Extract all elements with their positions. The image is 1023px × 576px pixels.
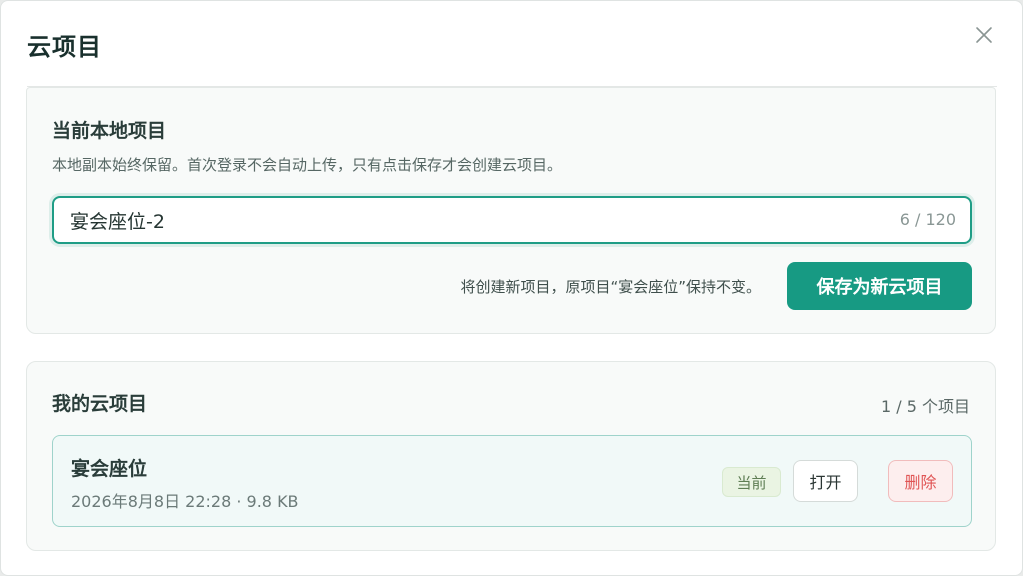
char-count: 6 / 120 — [899, 210, 956, 229]
dialog-title: 云项目 — [27, 33, 102, 61]
save-hint: 将创建新项目，原项目“宴会座位”保持不变。 — [460, 278, 761, 296]
current-badge: 当前 — [722, 467, 781, 497]
local-project-card: 当前本地项目 本地副本始终保留。首次登录不会自动上传，只有点击保存才会创建云项目… — [26, 87, 996, 334]
cloud-projects-dialog: 云项目 当前本地项目 本地副本始终保留。首次登录不会自动上传，只有点击保存才会创… — [0, 0, 1023, 576]
save-as-new-cloud-project-button[interactable]: 保存为新云项目 — [787, 262, 972, 310]
cloud-project-name: 宴会座位 — [71, 458, 148, 480]
project-count: 1 / 5 个项目 — [880, 397, 970, 416]
local-project-title: 当前本地项目 — [52, 120, 167, 142]
close-button[interactable] — [969, 20, 999, 50]
close-icon — [976, 27, 992, 43]
project-name-input[interactable] — [70, 207, 770, 233]
dialog-body[interactable]: 当前本地项目 本地副本始终保留。首次登录不会自动上传，只有点击保存才会创建云项目… — [1, 87, 1022, 575]
open-project-button[interactable]: 打开 — [793, 460, 858, 502]
cloud-projects-title: 我的云项目 — [52, 393, 148, 415]
cloud-project-item: 宴会座位 2026年8月8日 22:28 · 9.8 KB 当前 打开 删除 — [52, 435, 972, 527]
cloud-projects-card: 我的云项目 1 / 5 个项目 宴会座位 2026年8月8日 22:28 · 9… — [26, 361, 996, 551]
cloud-project-meta: 2026年8月8日 22:28 · 9.8 KB — [71, 492, 299, 511]
dialog-header: 云项目 — [1, 1, 1022, 87]
local-project-description: 本地副本始终保留。首次登录不会自动上传，只有点击保存才会创建云项目。 — [52, 156, 563, 174]
project-name-field[interactable]: 6 / 120 — [52, 196, 972, 244]
delete-project-button[interactable]: 删除 — [888, 460, 953, 502]
